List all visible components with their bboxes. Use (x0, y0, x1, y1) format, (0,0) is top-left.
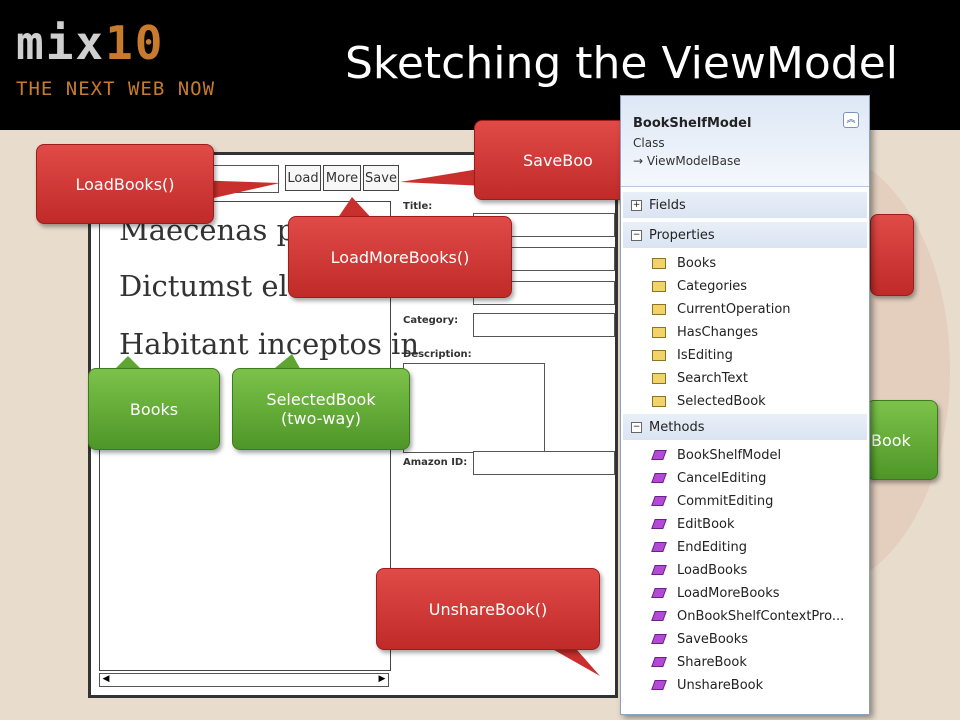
property-icon (651, 371, 667, 385)
method-icon (651, 678, 667, 692)
method-row[interactable]: LoadBooks (651, 559, 747, 581)
method-row[interactable]: SaveBooks (651, 628, 748, 650)
class-header: BookShelfModel Class → ViewModelBase ︽ (621, 96, 869, 187)
method-icon (651, 448, 667, 462)
class-name: BookShelfModel (633, 116, 752, 131)
method-label: UnshareBook (677, 677, 764, 693)
method-label: BookShelfModel (677, 447, 782, 463)
method-row[interactable]: CancelEditing (651, 467, 766, 489)
section-fields-label: Fields (649, 197, 686, 213)
property-label: SearchText (677, 370, 748, 386)
callout-selected-book-line2: (two-way) (280, 409, 362, 428)
method-label: EndEditing (677, 539, 747, 555)
method-row[interactable]: OnBookShelfContextPro... (651, 605, 844, 627)
property-row[interactable]: IsEditing (651, 344, 733, 366)
property-label: CurrentOperation (677, 301, 791, 317)
property-icon (651, 325, 667, 339)
method-label: LoadMoreBooks (677, 585, 780, 601)
property-label: HasChanges (677, 324, 759, 340)
callout-save-books: SaveBoo (474, 120, 644, 200)
method-icon (651, 517, 667, 531)
method-icon (651, 609, 667, 623)
property-row[interactable]: SelectedBook (651, 390, 766, 412)
property-row[interactable]: Categories (651, 275, 747, 297)
method-icon (651, 655, 667, 669)
expand-plus-icon[interactable]: + (631, 199, 642, 211)
callout-selected-book: SelectedBook (two-way) (232, 368, 410, 450)
property-icon (651, 256, 667, 270)
collapse-minus-icon[interactable]: − (631, 421, 642, 433)
inherits-arrow-icon: → (633, 154, 647, 168)
class-base-name: ViewModelBase (646, 154, 741, 168)
section-methods[interactable]: − Methods (623, 414, 867, 440)
method-row[interactable]: CommitEditing (651, 490, 773, 512)
method-icon (651, 540, 667, 554)
callout-load-books: LoadBooks() (36, 144, 214, 224)
callout-selected-book-line1: SelectedBook (266, 390, 376, 409)
section-properties[interactable]: − Properties (623, 222, 867, 248)
callout-load-more-books: LoadMoreBooks() (288, 216, 512, 298)
method-label: CommitEditing (677, 493, 774, 509)
property-label: SelectedBook (677, 393, 766, 409)
property-icon (651, 302, 667, 316)
pointer-save-books (400, 168, 485, 186)
method-label: ShareBook (677, 654, 747, 670)
method-icon (651, 586, 667, 600)
property-icon (651, 394, 667, 408)
method-label: OnBookShelfContextPro... (677, 608, 845, 624)
property-row[interactable]: HasChanges (651, 321, 758, 343)
callout-share-book: Book (866, 400, 938, 480)
method-icon (651, 494, 667, 508)
method-label: LoadBooks (677, 562, 748, 578)
callout-hidden-red (870, 214, 914, 296)
property-label: IsEditing (677, 347, 733, 363)
property-icon (651, 279, 667, 293)
property-label: Categories (677, 278, 748, 294)
callout-unshare-book: UnshareBook() (376, 568, 600, 650)
method-row[interactable]: BookShelfModel (651, 444, 781, 466)
property-row[interactable]: SearchText (651, 367, 748, 389)
method-row[interactable]: LoadMoreBooks (651, 582, 780, 604)
section-properties-label: Properties (649, 227, 715, 243)
method-row[interactable]: EndEditing (651, 536, 747, 558)
class-kind: Class (633, 136, 665, 150)
method-label: CancelEditing (677, 470, 767, 486)
method-row[interactable]: UnshareBook (651, 674, 763, 696)
property-row[interactable]: Books (651, 252, 716, 274)
method-row[interactable]: ShareBook (651, 651, 747, 673)
method-icon (651, 632, 667, 646)
property-icon (651, 348, 667, 362)
method-icon (651, 563, 667, 577)
property-label: Books (677, 255, 717, 271)
method-icon (651, 471, 667, 485)
callout-books: Books (88, 368, 220, 450)
class-diagram: BookShelfModel Class → ViewModelBase ︽ +… (620, 95, 870, 715)
collapse-minus-icon[interactable]: − (631, 229, 642, 241)
section-methods-label: Methods (649, 419, 705, 435)
method-label: EditBook (677, 516, 735, 532)
property-row[interactable]: CurrentOperation (651, 298, 791, 320)
section-fields[interactable]: + Fields (623, 192, 867, 218)
method-label: SaveBooks (677, 631, 749, 647)
class-base: → ViewModelBase (633, 154, 741, 168)
method-row[interactable]: EditBook (651, 513, 735, 535)
collapse-chevron-icon[interactable]: ︽ (843, 112, 859, 128)
